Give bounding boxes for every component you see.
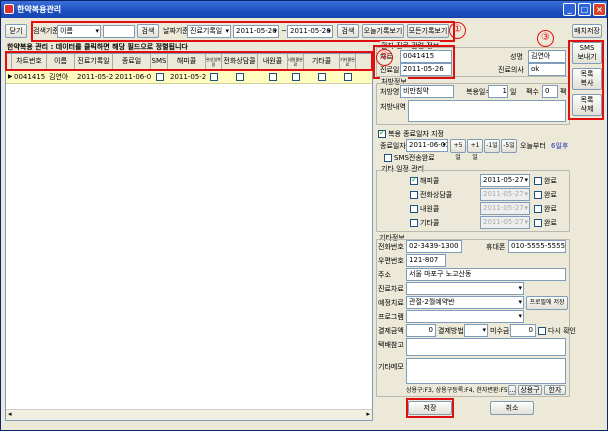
app-window: 한약복용관리 _ □ × 닫기 검색기준 이름 검색 날짜기준 진료기록일 20…: [0, 0, 608, 431]
detail-panel: 환자·진료·관련 정보 차트 0041415 성명 김연아 진료일 2011-0…: [373, 41, 576, 425]
etc-call-checkbox[interactable]: [410, 219, 418, 227]
unpaid-field[interactable]: 0: [510, 324, 536, 337]
doctor-field: ok: [528, 63, 566, 76]
cell-end-date: 2011-06-01: [115, 73, 151, 81]
happy-call-date[interactable]: 2011-05-27: [480, 174, 530, 187]
visit-done-checkbox[interactable]: [534, 205, 542, 213]
cell-phone-checkbox[interactable]: [236, 73, 244, 81]
maximize-icon[interactable]: □: [578, 3, 591, 16]
etc-call-date[interactable]: 2011-05-27: [480, 216, 530, 229]
table-row[interactable]: ▶ 0041415 김연아 2011-05-26 2011-06-01 2011…: [6, 71, 372, 84]
pay-amount-field[interactable]: 0: [406, 324, 436, 337]
visit-call-date[interactable]: 2011-05-27: [480, 202, 530, 215]
minimize-icon[interactable]: _: [563, 3, 576, 16]
program-select[interactable]: [406, 310, 524, 323]
mobile-field[interactable]: 010-5555-5555: [508, 240, 566, 253]
cell-chart-no: 0041415: [14, 73, 46, 81]
phone-call-checkbox[interactable]: [410, 191, 418, 199]
today-from-label: 오늘부터: [520, 142, 546, 150]
cell-visit-checkbox[interactable]: [269, 73, 277, 81]
plus1-button[interactable]: +1일: [467, 139, 483, 161]
referral-select[interactable]: [406, 282, 524, 295]
phone-call-date[interactable]: 2011-05-27: [480, 188, 530, 201]
marker-2: ②: [376, 49, 393, 66]
memo-textarea[interactable]: [406, 358, 566, 384]
end-date-checkbox[interactable]: [378, 128, 386, 138]
app-icon: [4, 4, 14, 14]
sms-done-checkbox[interactable]: [384, 154, 392, 162]
recheck-checkbox[interactable]: [538, 327, 546, 335]
close-icon[interactable]: ×: [593, 3, 606, 16]
title-bar: 한약복용관리 _ □ ×: [1, 1, 607, 18]
minus1-button[interactable]: -1일: [484, 139, 500, 153]
delivery-note-textarea[interactable]: [406, 338, 566, 356]
scroll-right-icon[interactable]: ▸: [366, 410, 370, 418]
visit-call-checkbox[interactable]: [410, 205, 418, 213]
horizontal-scrollbar[interactable]: ◂ ▸: [6, 409, 372, 420]
patient-name-field: 김연아: [528, 50, 566, 63]
pay-method-select[interactable]: [464, 324, 488, 337]
zip-field[interactable]: 121-807: [406, 254, 446, 267]
plus5-button[interactable]: +5일: [450, 139, 466, 161]
records-grid: 차트번호 이름 진료기록일 종료일 SMS 해피콜 완성일복용 전화상담콜 내원…: [5, 53, 373, 421]
toolbar-highlight: [31, 21, 455, 42]
end-date-picker[interactable]: 2011-06-01: [406, 139, 448, 152]
happy-done-checkbox[interactable]: [534, 177, 542, 185]
cell-etc-checkbox[interactable]: [318, 73, 326, 81]
sidebar-highlight: [568, 40, 604, 120]
days-field[interactable]: 1: [488, 85, 508, 98]
cell-happy-done-checkbox[interactable]: [210, 73, 218, 81]
cancel-button[interactable]: 취소: [490, 401, 534, 415]
cell-visit-done-checkbox[interactable]: [292, 73, 300, 81]
happy-call-checkbox[interactable]: [410, 175, 418, 185]
window-title: 한약복용관리: [17, 5, 62, 14]
marker-3: ③: [537, 30, 554, 47]
cell-happy-date: 2011-05-27: [170, 73, 206, 81]
days-remaining: 6일후: [551, 142, 569, 150]
cell-record-date: 2011-05-26: [77, 73, 113, 81]
scroll-left-icon[interactable]: ◂: [8, 410, 12, 418]
more-button[interactable]: …: [508, 385, 516, 395]
etc-done-checkbox[interactable]: [534, 219, 542, 227]
batch-save-button[interactable]: 배치저장: [572, 24, 602, 38]
plan-select[interactable]: 관절-2월예약반: [406, 296, 524, 309]
cell-name: 김연아: [49, 73, 69, 81]
save-highlight: [406, 398, 454, 418]
hanja-button[interactable]: 한자: [544, 385, 566, 395]
rx-detail-textarea[interactable]: [408, 100, 566, 122]
phrase-button[interactable]: 상용구: [518, 385, 542, 395]
grid-header-highlight: [5, 51, 373, 71]
address-field[interactable]: 서울 마포구 노고산동: [406, 268, 566, 281]
close-button[interactable]: 닫기: [5, 24, 27, 38]
rx-name-field[interactable]: 비만침약: [400, 85, 454, 98]
cell-sms-checkbox[interactable]: [156, 73, 164, 81]
save-to-profile-button[interactable]: 프로필에 저장: [526, 296, 568, 310]
packs-field[interactable]: 0: [542, 85, 558, 98]
minus5-button[interactable]: -5일: [501, 139, 517, 153]
cell-etc-done-checkbox[interactable]: [344, 73, 352, 81]
phone-number-field[interactable]: 02-3439-1300: [406, 240, 462, 253]
phone-done-checkbox[interactable]: [534, 191, 542, 199]
shortcut-hint: 상용구:F3, 상용구등록:F4, 한자변환:F5: [406, 387, 508, 394]
marker-1: ①: [449, 22, 466, 39]
